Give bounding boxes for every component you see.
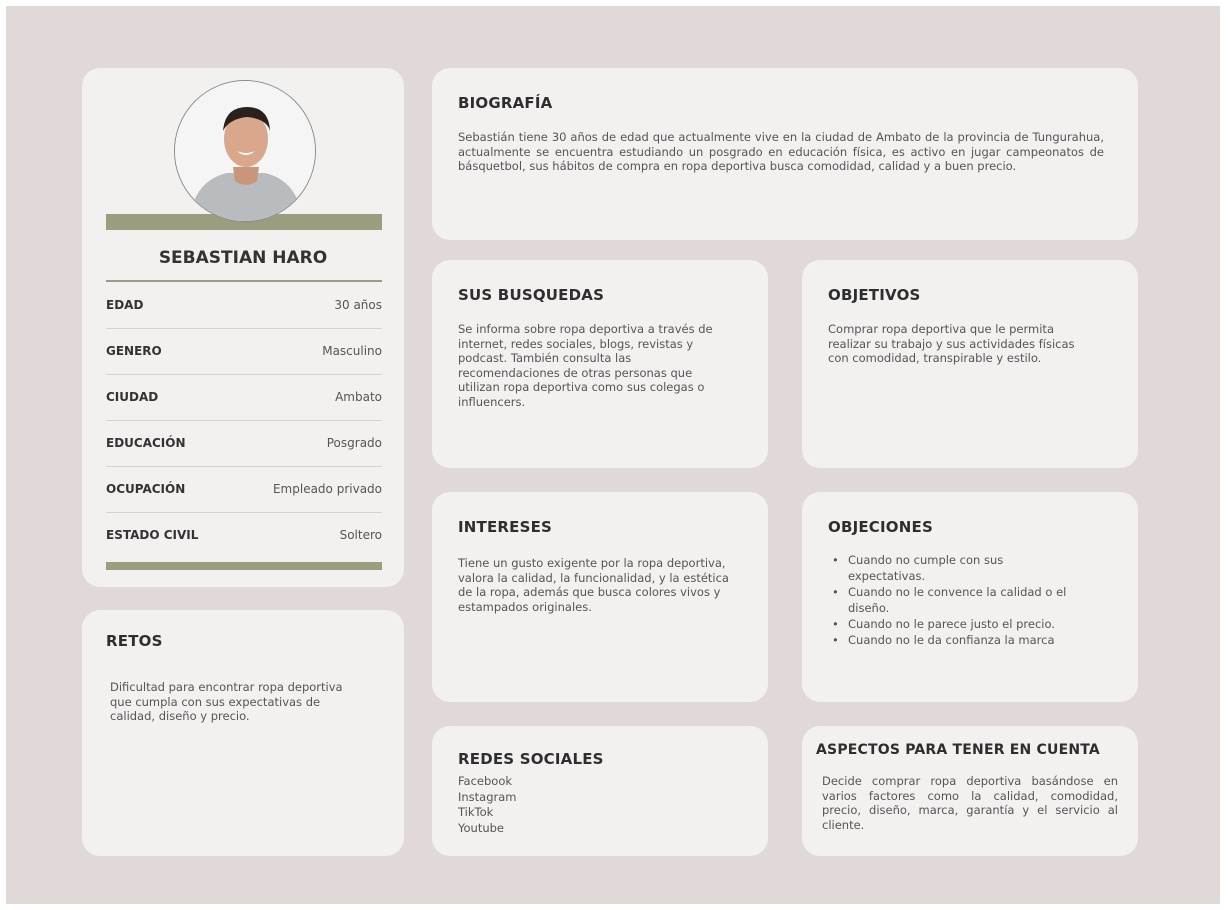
profile-bottom-bar — [106, 562, 382, 570]
detail-key: OCUPACIÓN — [106, 482, 186, 496]
redes-card: REDES SOCIALES Facebook Instagram TikTok… — [432, 726, 768, 856]
list-item: Cuando no cumple con sus expectativas. — [832, 552, 1084, 584]
detail-key: CIUDAD — [106, 390, 159, 404]
profile-card: SEBASTIAN HARO EDAD 30 años GENERO Mascu… — [82, 68, 404, 587]
intereses-text: Tiene un gusto exigente por la ropa depo… — [458, 556, 729, 614]
redes-title: REDES SOCIALES — [458, 750, 604, 768]
detail-value: Ambato — [335, 390, 382, 404]
avatar — [174, 80, 316, 222]
detail-row-genero: GENERO Masculino — [106, 328, 382, 375]
detail-row-edad: EDAD 30 años — [106, 282, 382, 329]
busquedas-text: Se informa sobre ropa deportiva a través… — [458, 322, 713, 409]
detail-row-ciudad: CIUDAD Ambato — [106, 374, 382, 421]
intereses-card: INTERESES Tiene un gusto exigente por la… — [432, 492, 768, 702]
detail-value: Empleado privado — [272, 482, 382, 496]
objeciones-title: OBJECIONES — [828, 518, 933, 536]
biografia-card: BIOGRAFÍA Sebastián tiene 30 años de eda… — [432, 68, 1138, 240]
detail-key: EDAD — [106, 298, 144, 312]
detail-row-estado-civil: ESTADO CIVIL Soltero — [106, 512, 382, 558]
aspectos-card: ASPECTOS PARA TENER EN CUENTA Decide com… — [802, 726, 1138, 856]
redes-list: Facebook Instagram TikTok Youtube — [458, 774, 517, 836]
profile-details: EDAD 30 años GENERO Masculino CIUDAD Amb… — [82, 282, 404, 562]
list-item: Facebook — [458, 774, 513, 788]
list-item: Youtube — [458, 820, 504, 835]
list-item: Cuando no le convence la calidad o el di… — [832, 584, 1084, 616]
list-item: TikTok — [458, 805, 494, 819]
list-item: Cuando no le da confianza la marca — [832, 632, 1084, 648]
detail-value: Masculino — [322, 344, 382, 358]
objeciones-card: OBJECIONES Cuando no cumple con sus expe… — [802, 492, 1138, 702]
detail-value: Posgrado — [326, 436, 382, 450]
biografia-text: Sebastián tiene 30 años de edad que actu… — [458, 130, 1104, 173]
person-photo-icon — [175, 81, 315, 221]
busquedas-card: SUS BUSQUEDAS Se informa sobre ropa depo… — [432, 260, 768, 468]
retos-text: Dificultad para encontrar ropa deportiva… — [110, 680, 343, 723]
retos-card: RETOS Dificultad para encontrar ropa dep… — [82, 610, 404, 856]
objetivos-title: OBJETIVOS — [828, 286, 921, 304]
biografia-title: BIOGRAFÍA — [458, 94, 553, 112]
detail-key: GENERO — [106, 344, 162, 358]
persona-board: SEBASTIAN HARO EDAD 30 años GENERO Mascu… — [6, 6, 1220, 904]
aspectos-title: ASPECTOS PARA TENER EN CUENTA — [816, 742, 1100, 758]
detail-value: 30 años — [334, 298, 382, 312]
objeciones-list: Cuando no cumple con sus expectativas. C… — [828, 552, 1084, 648]
detail-key: EDUCACIÓN — [106, 436, 186, 450]
detail-row-ocupacion: OCUPACIÓN Empleado privado — [106, 466, 382, 513]
intereses-title: INTERESES — [458, 518, 553, 536]
detail-value: Soltero — [339, 528, 382, 542]
objetivos-card: OBJETIVOS Comprar ropa deportiva que le … — [802, 260, 1138, 468]
aspectos-text: Decide comprar ropa deportiva basándose … — [822, 774, 1118, 832]
busquedas-title: SUS BUSQUEDAS — [458, 286, 605, 304]
retos-title: RETOS — [106, 632, 163, 650]
objetivos-text: Comprar ropa deportiva que le permita re… — [828, 322, 1075, 365]
list-item: Instagram — [458, 789, 517, 804]
detail-key: ESTADO CIVIL — [106, 528, 199, 542]
persona-name: SEBASTIAN HARO — [158, 248, 328, 268]
detail-row-educacion: EDUCACIÓN Posgrado — [106, 420, 382, 467]
list-item: Cuando no le parece justo el precio. — [832, 616, 1084, 632]
